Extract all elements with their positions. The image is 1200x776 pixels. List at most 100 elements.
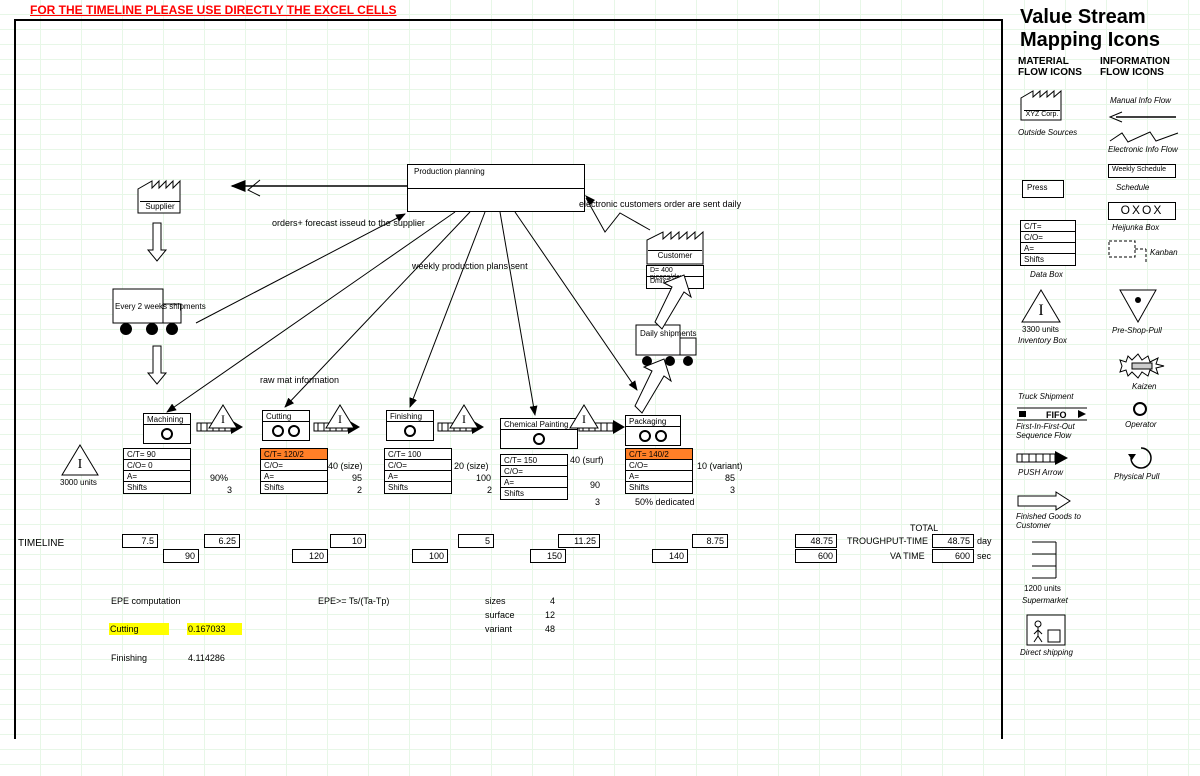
tl-top: 7.5 — [122, 534, 158, 548]
legend-operator-icon — [1130, 400, 1150, 420]
production-planning: Production planning — [407, 164, 585, 212]
databox-chemical: C/T= 150 C/O= A= Shifts — [500, 454, 568, 500]
process-finishing: Finishing — [386, 410, 434, 441]
val: 90% — [210, 473, 228, 483]
val: 20 (size) — [454, 461, 489, 471]
svg-text:I: I — [462, 412, 466, 426]
legend-text: Finished Goods to Customer — [1016, 512, 1094, 530]
inventory-icon: I — [60, 443, 100, 479]
legend-text: Electronic Info Flow — [1108, 145, 1178, 154]
legend-manual-arrow-icon — [1108, 110, 1178, 126]
val: 10 (variant) — [697, 461, 743, 471]
border — [1001, 19, 1003, 739]
val: 2 — [487, 485, 492, 495]
legend-text: Direct shipping — [1020, 648, 1073, 657]
tl-top: 8.75 — [692, 534, 728, 548]
process-machining: Machining — [143, 413, 191, 444]
svg-text:I: I — [582, 412, 586, 426]
epe-finishing-val: 4.114286 — [188, 653, 225, 663]
vatime-unit: sec — [977, 551, 991, 561]
legend-physical-icon — [1126, 444, 1156, 474]
legend-text: Schedule — [1116, 183, 1149, 192]
inventory-icon: I — [324, 403, 356, 432]
customer-icon — [646, 225, 704, 267]
databox-machining: C/T= 90 C/O= 0 A= Shifts — [123, 448, 191, 494]
svg-text:I: I — [1038, 302, 1043, 319]
inventory-label: 3000 units — [60, 478, 97, 487]
legend-heijunka-box: OXOX — [1108, 202, 1176, 220]
legend-kaizen-icon — [1118, 352, 1166, 382]
epe-cutting: Cutting — [109, 623, 169, 635]
vatime-val: 600 — [932, 549, 974, 563]
legend-text: Inventory Box — [1018, 336, 1067, 345]
epe-surface-v: 12 — [545, 610, 555, 620]
databox-cutting: C/T= 120/2 C/O= A= Shifts — [260, 448, 328, 494]
legend-text: First-In-First-Out Sequence Flow — [1016, 422, 1094, 440]
legend-text: Truck Shipment — [1018, 392, 1073, 401]
databox-finishing: C/T= 100 C/O= A= Shifts — [384, 448, 452, 494]
epe-finishing: Finishing — [111, 653, 147, 663]
epe-formula: EPE>= Ts/(Ta-Tp) — [318, 596, 389, 606]
svg-text:FIFO: FIFO — [1046, 410, 1067, 420]
legend-supermarket-icon — [1030, 540, 1058, 584]
inventory-icon: I — [448, 403, 480, 432]
epe-sizes: sizes — [485, 596, 506, 606]
legend-databox: C/T= C/O= A= Shifts — [1020, 220, 1076, 266]
col-info: INFORMATION FLOW ICONS — [1100, 56, 1190, 78]
supplier-label: Supplier — [140, 201, 180, 211]
epe-sizes-v: 4 — [550, 596, 555, 606]
page-title: Value Stream Mapping Icons — [1020, 6, 1190, 52]
process-packaging: Packaging — [625, 415, 681, 446]
legend-push-icon — [1016, 450, 1070, 470]
epe-variant-v: 48 — [545, 624, 555, 634]
databox-packaging: C/T= 140/2 C/O= A= Shifts — [625, 448, 693, 494]
tl-bot: 140 — [652, 549, 688, 563]
annot-electronic: electronic customers order are sent dail… — [579, 199, 741, 209]
inventory-icon: I — [207, 403, 239, 432]
col-material: MATERIAL FLOW ICONS — [1018, 56, 1098, 78]
arrow-up-icon — [654, 272, 694, 332]
val: 3 — [730, 485, 735, 495]
legend-text: Kanban — [1150, 248, 1178, 257]
arrow-down-icon — [147, 345, 167, 387]
epe-label: EPE computation — [111, 596, 181, 606]
tl-bot: 600 — [795, 549, 837, 563]
val: 3 — [227, 485, 232, 495]
tl-bot: 150 — [530, 549, 566, 563]
annot-rawmat: raw mat information — [260, 375, 339, 385]
epe-cutting-val: 0.167033 — [187, 623, 242, 635]
legend-weekly: Weekly Schedule — [1108, 164, 1176, 178]
legend-text: Pre-Shop-Pull — [1112, 326, 1162, 335]
throughput-val: 48.75 — [932, 534, 974, 548]
legend-direct-icon — [1026, 614, 1066, 648]
annot-orders: orders+ forecast isseud to the supplier — [272, 218, 425, 228]
legend-kanban-icon — [1108, 240, 1148, 268]
val: 50% dedicated — [635, 497, 695, 507]
legend-text: 3300 units — [1022, 325, 1059, 334]
val: 3 — [595, 497, 600, 507]
tl-bot: 90 — [163, 549, 199, 563]
legend-text: Data Box — [1030, 270, 1063, 279]
inventory-icon: I — [568, 403, 600, 432]
tl-top: 6.25 — [204, 534, 240, 548]
legend-text: Manual Info Flow — [1110, 96, 1171, 105]
arrow-down-icon — [147, 222, 167, 264]
legend-text: Supermarket — [1022, 596, 1068, 605]
shipment-freq: Every 2 weeks shipments — [115, 302, 206, 311]
legend-press: Press — [1022, 180, 1064, 198]
legend-inventory-icon: I — [1020, 288, 1062, 326]
tl-top: 11.25 — [558, 534, 600, 548]
vatime-label: VA TIME — [890, 551, 925, 561]
svg-text:I: I — [221, 412, 225, 426]
legend-text: Heijunka Box — [1112, 223, 1159, 232]
process-chemical: Chemical Painting — [500, 418, 578, 449]
tl-top: 48.75 — [795, 534, 837, 548]
throughput-label: TROUGHPUT-TIME — [847, 536, 928, 546]
legend-text: Kaizen — [1132, 382, 1156, 391]
val: 40 (surf) — [570, 455, 604, 465]
warning-text: FOR THE TIMELINE PLEASE USE DIRECTLY THE… — [30, 3, 397, 17]
legend-preshop-icon — [1118, 288, 1158, 326]
total-label: TOTAL — [910, 523, 938, 533]
legend-text: Operator — [1125, 420, 1157, 429]
process-cutting: Cutting — [262, 410, 310, 441]
